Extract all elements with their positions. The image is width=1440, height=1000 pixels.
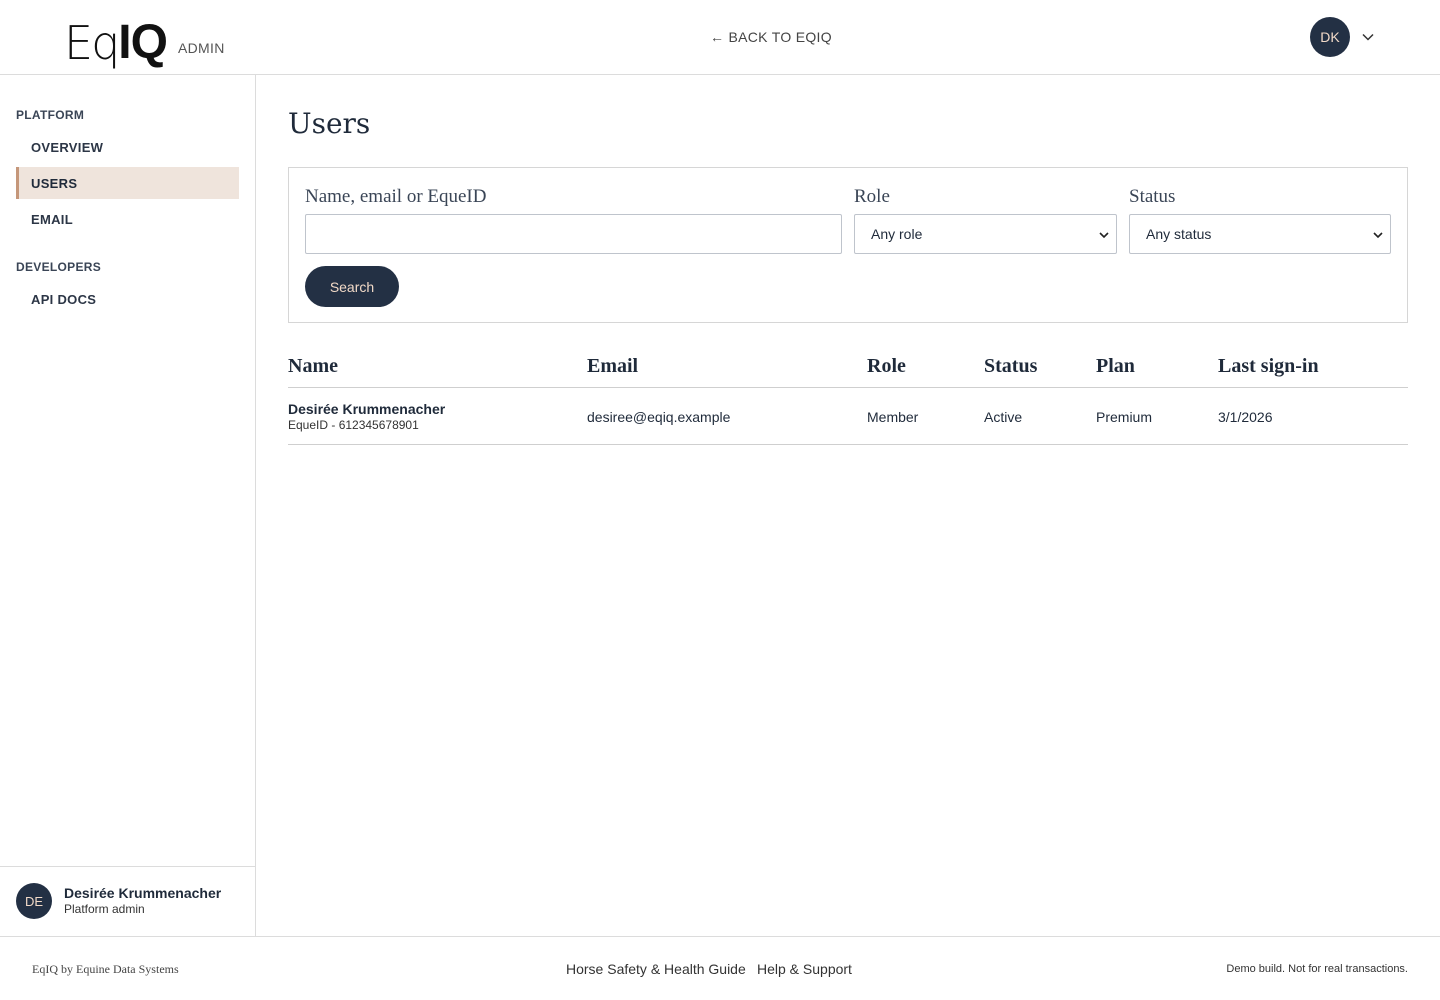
- sidebar-user-name: Desirée Krummenacher: [64, 885, 222, 901]
- sidebar-heading-developers: DEVELOPERS: [16, 260, 102, 274]
- footer-disclaimer: Demo build. Not for real transactions.: [1226, 963, 1408, 975]
- column-header-plan[interactable]: Plan: [1096, 355, 1135, 378]
- column-header-name[interactable]: Name: [288, 355, 338, 378]
- sidebar: PLATFORM OVERVIEW USERS EMAIL DEVELOPERS…: [0, 75, 256, 936]
- top-bar: Eq IQ ADMIN ← BACK TO EQIQ DK: [0, 0, 1440, 75]
- sidebar-heading-platform: PLATFORM: [16, 108, 85, 122]
- footer-brand: EqIQ by Equine Data Systems: [32, 962, 179, 976]
- column-header-email[interactable]: Email: [587, 355, 638, 378]
- sidebar-user-role: Platform admin: [64, 902, 145, 916]
- user-avatar[interactable]: DK: [1310, 17, 1350, 57]
- sidebar-item-api-docs[interactable]: API DOCS: [16, 283, 239, 315]
- chevron-down-icon: [1099, 232, 1109, 239]
- role-select[interactable]: Any role: [854, 214, 1117, 254]
- table-row[interactable]: Desirée Krummenacher EqueID - 6123456789…: [288, 388, 1408, 445]
- status-select-value: Any status: [1146, 226, 1212, 242]
- role-select-value: Any role: [871, 226, 923, 242]
- footer-link-safety-guide[interactable]: Horse Safety & Health Guide: [566, 961, 746, 977]
- eqiq-logo[interactable]: Eq IQ: [64, 14, 168, 70]
- logo-eq-text: Eq: [64, 16, 120, 70]
- user-plan: Premium: [1096, 409, 1153, 425]
- chevron-down-icon: [1373, 232, 1383, 239]
- user-name[interactable]: Desirée Krummenacher: [288, 401, 445, 417]
- sidebar-item-overview[interactable]: OVERVIEW: [16, 131, 239, 163]
- column-header-role[interactable]: Role: [867, 355, 906, 378]
- user-last-sign-in: 3/1/2026: [1218, 409, 1273, 425]
- query-label: Name, email or EqueID: [305, 186, 487, 207]
- user-status: Active: [984, 409, 1023, 425]
- column-header-status[interactable]: Status: [984, 355, 1037, 378]
- role-label: Role: [854, 186, 890, 207]
- footer-link-help-support[interactable]: Help & Support: [757, 961, 852, 977]
- footer: EqIQ by Equine Data Systems Horse Safety…: [0, 936, 1440, 1000]
- search-button[interactable]: Search: [305, 266, 399, 307]
- user-role: Member: [867, 409, 919, 425]
- sidebar-item-email[interactable]: EMAIL: [16, 203, 239, 235]
- logo-iq-text: IQ: [118, 16, 168, 69]
- page-title: Users: [288, 107, 371, 140]
- column-header-last-sign-in[interactable]: Last sign-in: [1218, 355, 1319, 378]
- chevron-down-icon[interactable]: [1360, 29, 1376, 45]
- search-input[interactable]: [305, 214, 842, 254]
- main-content: Users Name, email or EqueID Role Any rol…: [256, 75, 1440, 936]
- admin-label: ADMIN: [178, 40, 225, 56]
- back-to-eqiq-link[interactable]: ← BACK TO EQIQ: [710, 29, 832, 45]
- sidebar-user-card[interactable]: DE Desirée Krummenacher Platform admin: [0, 866, 255, 936]
- user-email: desiree@eqiq.example: [587, 409, 731, 425]
- sidebar-item-users[interactable]: USERS: [16, 167, 239, 199]
- filter-panel: Name, email or EqueID Role Any role Stat…: [288, 167, 1408, 323]
- status-label: Status: [1129, 186, 1176, 207]
- avatar: DE: [16, 883, 52, 919]
- user-equeid: EqueID - 612345678901: [288, 418, 419, 432]
- status-select[interactable]: Any status: [1129, 214, 1391, 254]
